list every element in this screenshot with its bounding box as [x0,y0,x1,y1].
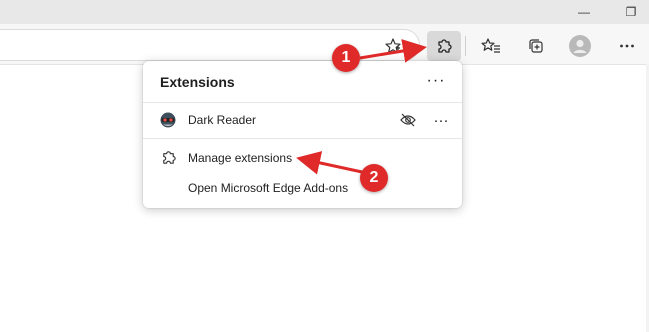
annotation-arrows [296,39,427,175]
annotation-arrow-1 [359,39,427,63]
annotation-arrow-2 [296,151,363,175]
annotation-step-1-badge: 1 [332,44,360,72]
annotation-step-2-badge: 2 [360,164,388,192]
